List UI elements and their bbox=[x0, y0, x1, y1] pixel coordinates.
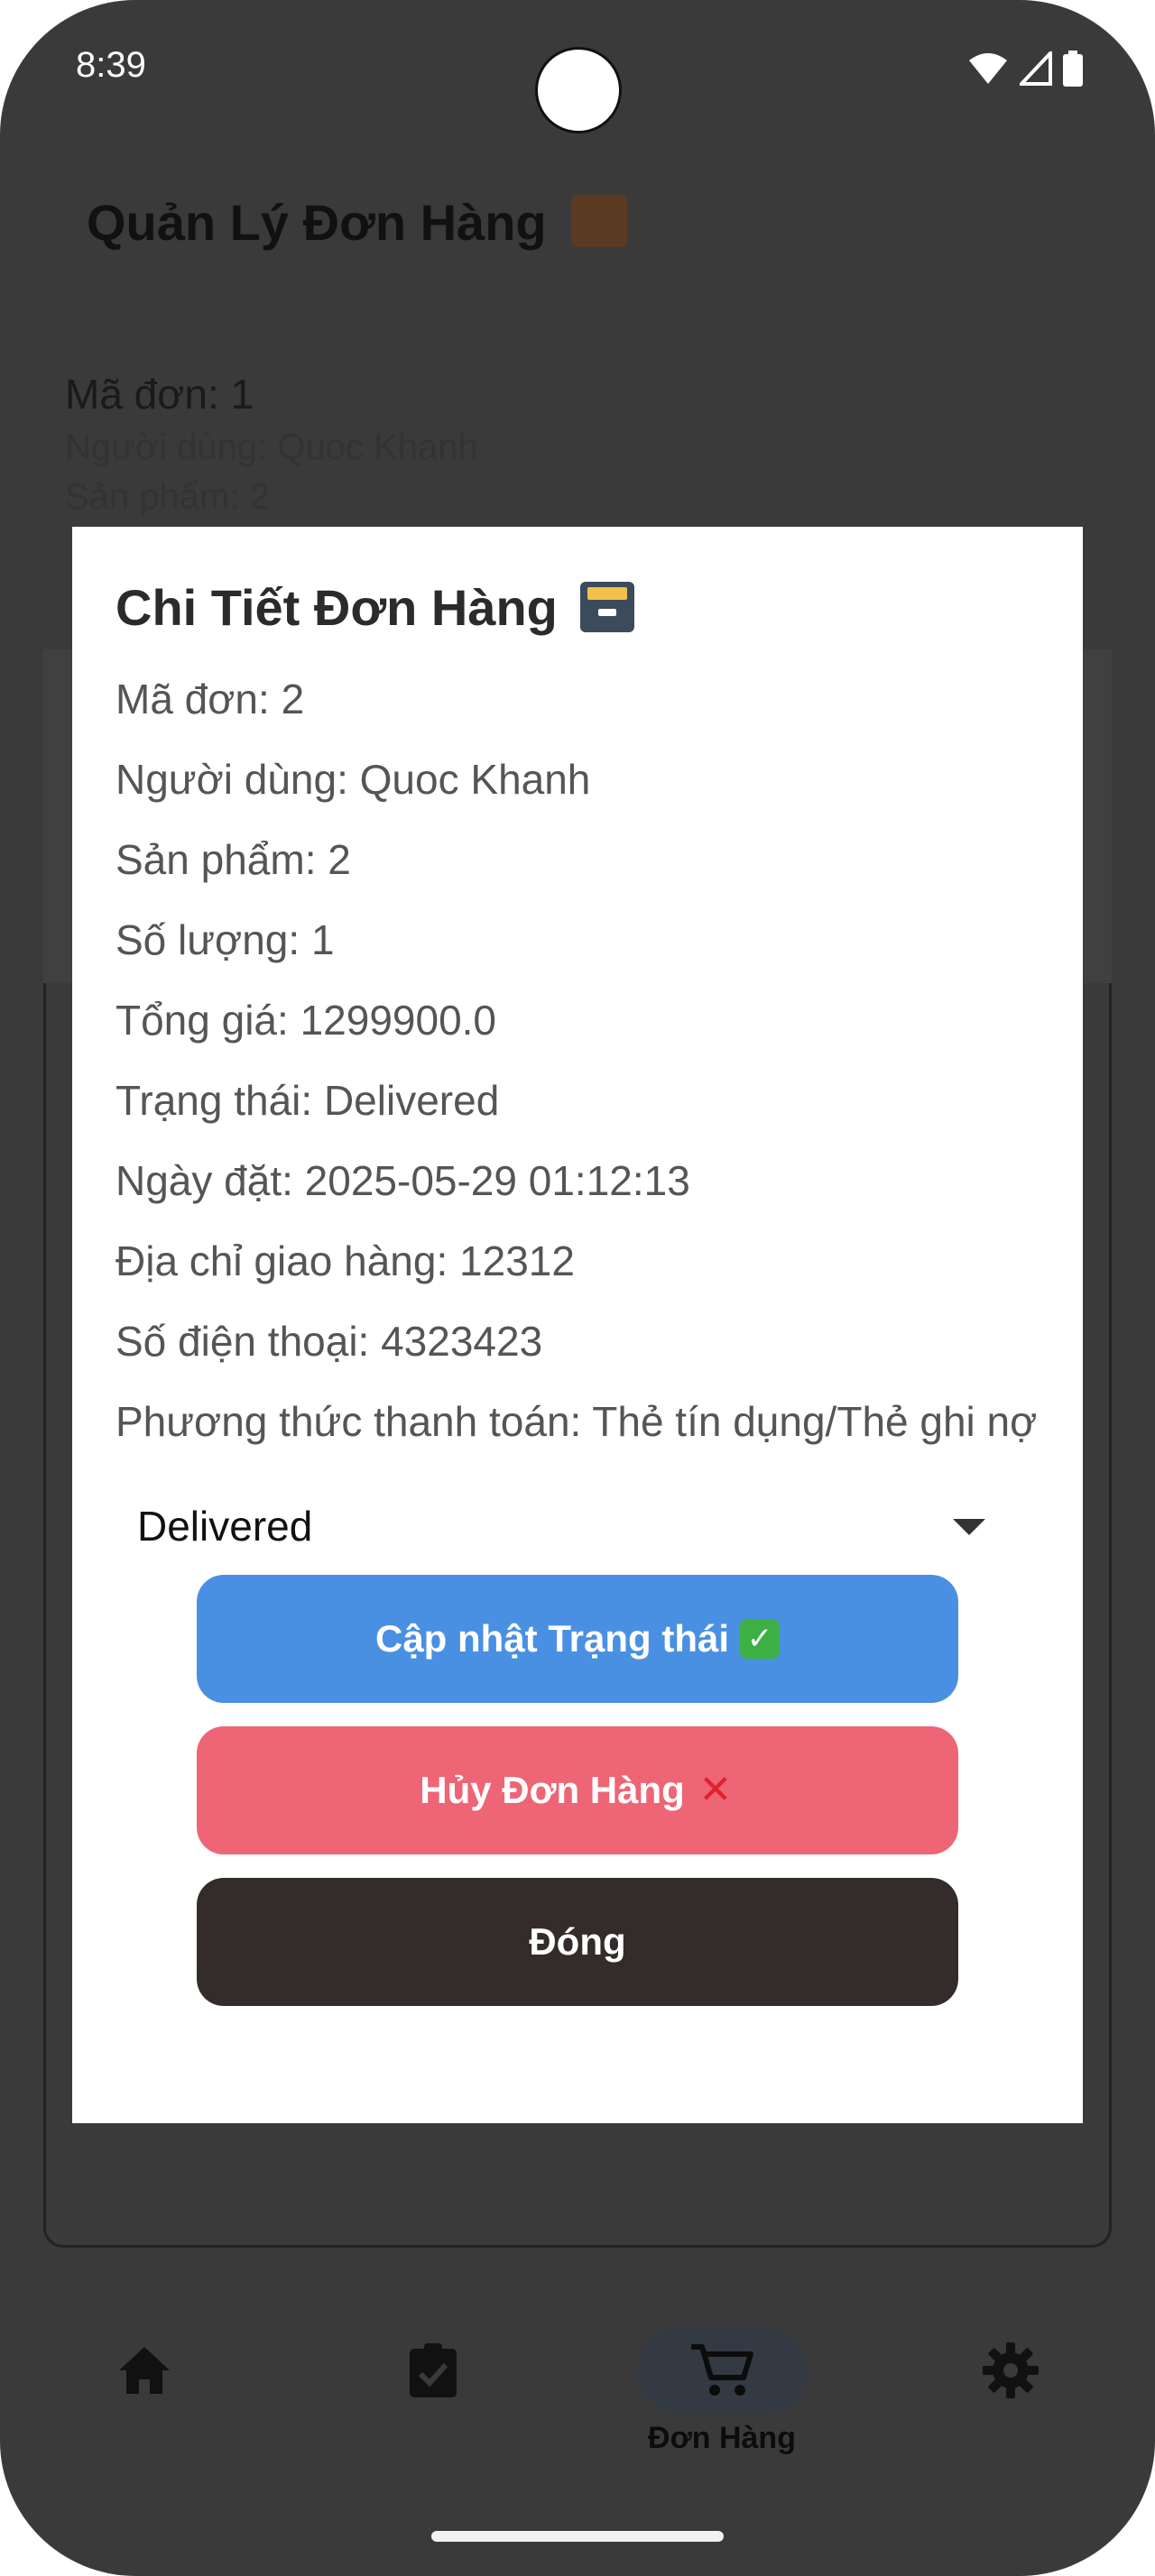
check-mark-icon: ✓ bbox=[740, 1619, 781, 1660]
background-order-product: Sản phẩm: 2 bbox=[65, 477, 270, 517]
background-order-item[interactable]: Mã đơn: 1 Người dùng: Quoc Khanh Sản phẩ… bbox=[65, 370, 478, 518]
cart-icon bbox=[691, 2344, 753, 2396]
nav-pill-active bbox=[636, 2327, 808, 2414]
cancel-order-button[interactable]: Hủy Đơn Hàng ✕ bbox=[197, 1726, 958, 1855]
page-title: Quản Lý Đơn Hàng bbox=[87, 193, 628, 252]
nav-pill bbox=[347, 2327, 519, 2414]
card-file-box-icon bbox=[580, 582, 635, 632]
chevron-down-icon bbox=[953, 1519, 985, 1536]
nav-label-orders: Đơn Hàng bbox=[648, 2421, 796, 2455]
dialog-title-text: Chi Tiết Đơn Hàng bbox=[116, 579, 558, 636]
detail-status: Trạng thái: Delivered bbox=[116, 1077, 500, 1125]
update-status-button[interactable]: Cập nhật Trạng thái ✓ bbox=[197, 1575, 958, 1704]
nav-pill bbox=[925, 2327, 1096, 2414]
background-order-id: Mã đơn: 1 bbox=[65, 371, 254, 418]
signal-icon bbox=[1020, 51, 1052, 86]
home-icon bbox=[119, 2347, 170, 2394]
status-icons bbox=[967, 51, 1083, 87]
cross-mark-icon: ✕ bbox=[698, 1768, 733, 1813]
status-dropdown-value: Delivered bbox=[137, 1503, 313, 1550]
detail-shipping-address: Địa chỉ giao hàng: 12312 bbox=[116, 1237, 575, 1285]
wifi-icon bbox=[969, 53, 1007, 84]
status-time: 8:39 bbox=[76, 45, 146, 85]
nav-pill bbox=[59, 2327, 230, 2414]
page-title-text: Quản Lý Đơn Hàng bbox=[87, 194, 547, 251]
package-icon bbox=[571, 195, 628, 247]
nav-item-tasks[interactable] bbox=[343, 2309, 523, 2471]
background-order-user: Người dùng: Quoc Khanh bbox=[65, 428, 478, 467]
detail-list: Mã đơn: 2 Người dùng: Quoc Khanh Sản phẩ… bbox=[116, 674, 1040, 1447]
status-dropdown[interactable]: Delivered bbox=[116, 1490, 1040, 1562]
detail-order-id: Mã đơn: 2 bbox=[116, 676, 305, 723]
clipboard-check-icon bbox=[410, 2343, 457, 2397]
gear-icon bbox=[983, 2342, 1039, 2398]
camera-cutout bbox=[535, 47, 622, 133]
order-detail-dialog: Chi Tiết Đơn Hàng Mã đơn: 2 Người dùng: … bbox=[72, 527, 1083, 2123]
detail-payment-method: Phương thức thanh toán: Thẻ tín dụng/Thẻ… bbox=[116, 1398, 1038, 1446]
battery-icon bbox=[1063, 51, 1083, 87]
nav-item-home[interactable] bbox=[54, 2309, 235, 2471]
device-screen: 8:39 Quản Lý Đơn Hàng Mã đơn: 1 Người dù… bbox=[0, 0, 1155, 2576]
cancel-order-label: Hủy Đơn Hàng bbox=[420, 1769, 685, 1812]
nav-item-orders[interactable]: Đơn Hàng bbox=[632, 2309, 812, 2471]
bottom-nav: Đơn Hàng bbox=[0, 2309, 1155, 2489]
detail-total-price: Tổng giá: 1299900.0 bbox=[116, 997, 497, 1044]
close-button[interactable]: Đóng bbox=[197, 1878, 958, 2007]
nav-item-settings[interactable] bbox=[920, 2309, 1101, 2471]
detail-order-date: Ngày đặt: 2025-05-29 01:12:13 bbox=[116, 1157, 690, 1205]
detail-quantity: Số lượng: 1 bbox=[116, 916, 335, 964]
update-status-label: Cập nhật Trạng thái bbox=[374, 1617, 730, 1661]
dialog-title: Chi Tiết Đơn Hàng bbox=[116, 577, 1040, 638]
home-indicator[interactable] bbox=[431, 2531, 724, 2542]
detail-user: Người dùng: Quoc Khanh bbox=[116, 756, 591, 804]
detail-product: Sản phẩm: 2 bbox=[116, 836, 351, 884]
detail-phone: Số điện thoại: 4323423 bbox=[116, 1318, 543, 1366]
